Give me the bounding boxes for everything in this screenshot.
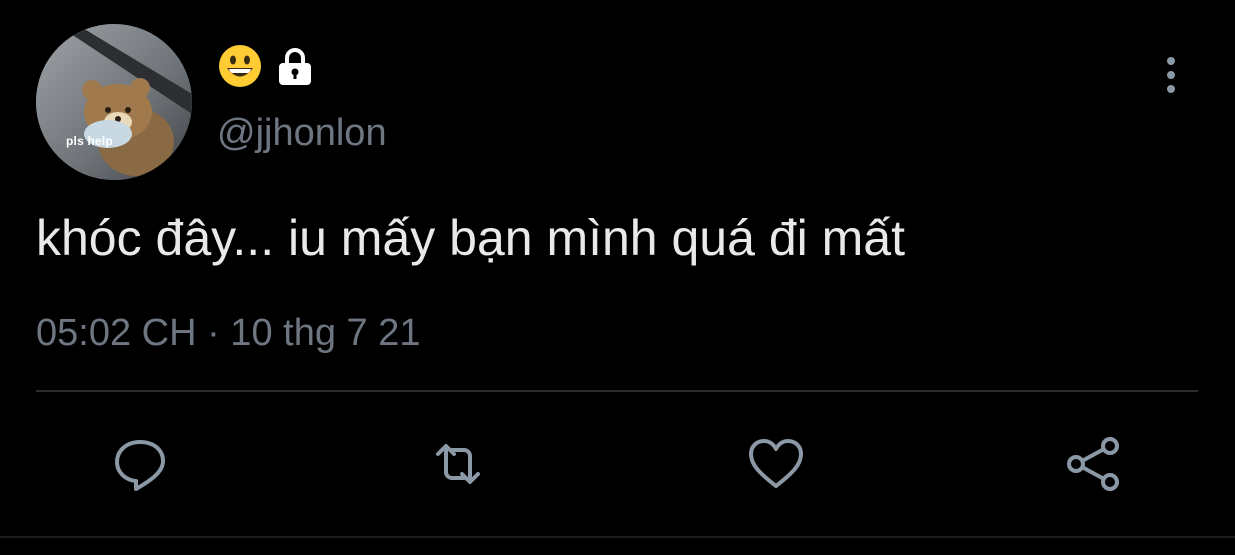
heart-icon bbox=[749, 439, 803, 488]
divider bbox=[36, 390, 1198, 392]
user-handle[interactable]: @jjhonlon bbox=[217, 110, 387, 156]
avatar[interactable]: pls help bbox=[36, 24, 192, 180]
reply-button[interactable] bbox=[110, 434, 170, 494]
tweet-detail-view: pls help @jjhonlon khóc đây... iu mấy bạ… bbox=[0, 0, 1235, 555]
display-name[interactable] bbox=[217, 44, 315, 88]
tweet-timestamp[interactable]: 05:02 CH · 10 thg 7 21 bbox=[36, 310, 420, 356]
grinning-face-emoji-icon bbox=[219, 45, 261, 87]
tweet-text: khóc đây... iu mấy bạn mình quá đi mất bbox=[36, 210, 905, 266]
retweet-button[interactable] bbox=[428, 434, 488, 494]
avatar-caption: pls help bbox=[66, 134, 113, 148]
bottom-divider bbox=[0, 536, 1235, 538]
more-options-button[interactable] bbox=[1155, 54, 1187, 96]
more-vertical-icon bbox=[1167, 57, 1175, 93]
lock-icon bbox=[279, 48, 311, 85]
share-button[interactable] bbox=[1064, 434, 1124, 494]
retweet-icon bbox=[436, 444, 480, 484]
reply-icon bbox=[115, 440, 165, 491]
avatar-image bbox=[36, 24, 192, 180]
like-button[interactable] bbox=[746, 434, 806, 494]
share-icon bbox=[1067, 437, 1119, 491]
